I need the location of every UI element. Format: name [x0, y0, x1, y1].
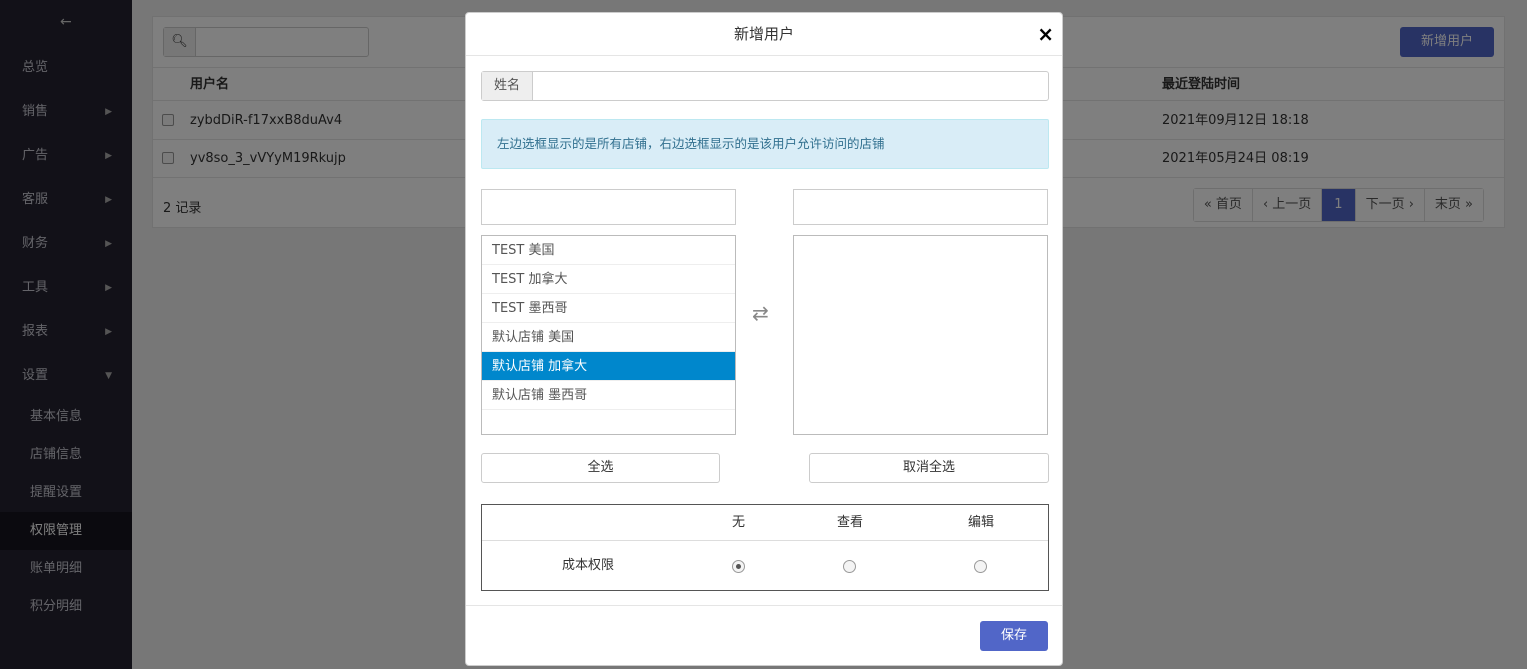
list-item[interactable]: 默认店铺 墨西哥 — [482, 381, 735, 410]
right-filter-input[interactable] — [793, 189, 1048, 225]
list-item[interactable]: TEST 墨西哥 — [482, 294, 735, 323]
modal-footer: 保存 — [466, 605, 1062, 667]
name-input[interactable] — [534, 72, 1048, 100]
permissions-table: 无 查看 编辑 成本权限 — [481, 504, 1049, 591]
list-item[interactable]: 默认店铺 美国 — [482, 323, 735, 352]
modal-header: 新增用户 — [466, 13, 1062, 56]
all-stores-listbox[interactable]: TEST 美国 TEST 加拿大 TEST 墨西哥 默认店铺 美国 默认店铺 加… — [481, 235, 736, 435]
select-all-button[interactable]: 全选 — [481, 453, 720, 483]
list-item[interactable]: TEST 加拿大 — [482, 265, 735, 294]
add-user-modal: 新增用户 × 姓名 左边选框显示的是所有店铺，右边选框显示的是该用户允许访问的店… — [465, 12, 1063, 666]
cost-perm-none-radio[interactable] — [732, 560, 745, 573]
allowed-stores-listbox[interactable] — [793, 235, 1048, 435]
info-alert: 左边选框显示的是所有店铺，右边选框显示的是该用户允许访问的店铺 — [481, 119, 1049, 169]
perm-column-none: 无 — [732, 515, 746, 530]
save-button[interactable]: 保存 — [980, 621, 1048, 651]
perm-column-view: 查看 — [837, 515, 864, 530]
cost-perm-edit-radio[interactable] — [974, 560, 987, 573]
deselect-all-button[interactable]: 取消全选 — [809, 453, 1049, 483]
name-label: 姓名 — [482, 72, 533, 100]
info-alert-text: 左边选框显示的是所有店铺，右边选框显示的是该用户允许访问的店铺 — [497, 136, 885, 151]
perm-column-edit: 编辑 — [968, 515, 995, 530]
perm-row-label: 成本权限 — [562, 558, 615, 573]
cost-perm-view-radio[interactable] — [843, 560, 856, 573]
list-item[interactable]: TEST 美国 — [482, 236, 735, 265]
list-item-selected[interactable]: 默认店铺 加拿大 — [482, 352, 735, 381]
left-filter-input[interactable] — [481, 189, 736, 225]
swap-arrows-icon[interactable]: ⇄ — [752, 301, 769, 325]
close-icon[interactable]: × — [1037, 21, 1054, 47]
modal-title: 新增用户 — [733, 25, 794, 43]
name-field-group: 姓名 — [481, 71, 1049, 101]
